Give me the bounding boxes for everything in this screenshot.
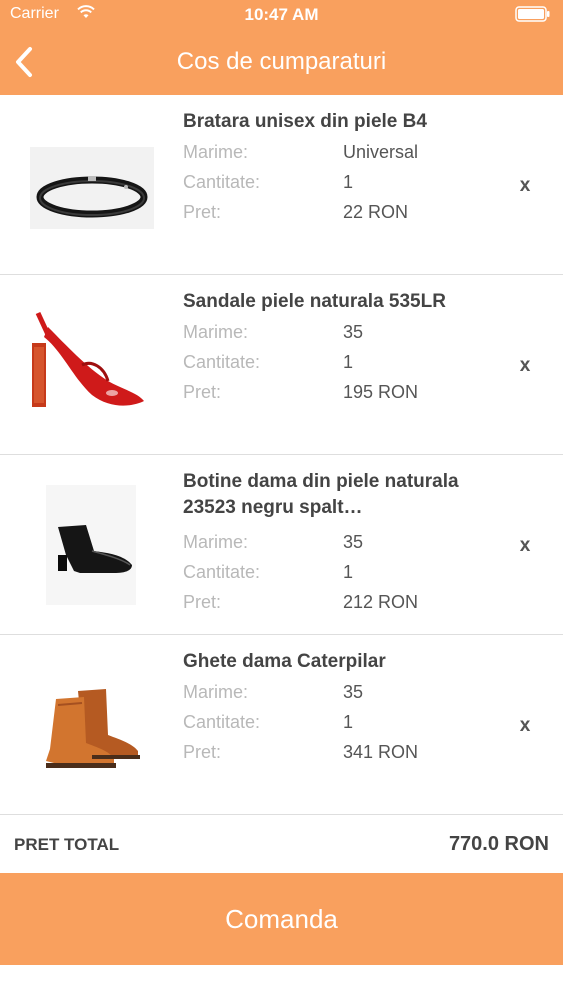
price-label: Pret:	[183, 382, 222, 402]
size-label: Marime:	[183, 532, 249, 552]
product-title[interactable]: Botine dama din piele naturala 23523 neg…	[183, 469, 503, 521]
remove-item-button[interactable]: x	[515, 535, 535, 559]
status-bar: Carrier 10:47 AM	[0, 0, 563, 30]
cart-list: Bratara unisex din piele B4 Marime: Univ…	[0, 95, 563, 815]
size-row: Marime: 35	[183, 532, 503, 562]
size-row: Marime: 35	[183, 682, 503, 712]
price-label: Pret:	[183, 742, 222, 762]
product-image	[46, 689, 140, 768]
quantity-label: Cantitate:	[183, 172, 261, 192]
quantity-value: 1	[343, 712, 354, 732]
quantity-row: Cantitate: 1	[183, 712, 503, 742]
total-bar: PRET TOTAL 770.0 RON	[0, 815, 563, 873]
size-label: Marime:	[183, 682, 249, 702]
product-image	[32, 311, 144, 407]
price-value: 212 RON	[343, 592, 419, 612]
quantity-row: Cantitate: 1	[183, 352, 503, 382]
order-button[interactable]: Comanda	[0, 873, 563, 965]
price-label: Pret:	[183, 592, 222, 612]
quantity-value: 1	[343, 562, 354, 582]
cart-item: Botine dama din piele naturala 23523 neg…	[0, 455, 563, 635]
price-label: Pret:	[183, 202, 222, 222]
remove-item-button[interactable]: x	[515, 355, 535, 379]
total-value: 770.0 RON	[448, 833, 549, 855]
battery-icon	[515, 6, 550, 22]
quantity-value: 1	[343, 172, 354, 192]
total-label: PRET TOTAL	[14, 835, 120, 854]
product-title[interactable]: Ghete dama Caterpilar	[183, 649, 503, 675]
quantity-label: Cantitate:	[183, 352, 261, 372]
quantity-row: Cantitate: 1	[183, 172, 503, 202]
size-value: 35	[343, 322, 364, 342]
quantity-label: Cantitate:	[183, 562, 261, 582]
product-title[interactable]: Bratara unisex din piele B4	[183, 109, 503, 135]
size-row: Marime: Universal	[183, 142, 503, 172]
product-title[interactable]: Sandale piele naturala 535LR	[183, 289, 503, 315]
top-bar: Carrier 10:47 AM Cos de cumparaturi	[0, 0, 563, 95]
size-row: Marime: 35	[183, 322, 503, 352]
remove-item-button[interactable]: x	[515, 715, 535, 739]
status-time: 10:47 AM	[244, 5, 319, 24]
cart-item: Ghete dama Caterpilar Marime: 35 Cantita…	[0, 635, 563, 815]
price-value: 341 RON	[343, 742, 419, 762]
price-row: Pret: 22 RON	[183, 202, 503, 232]
size-label: Marime:	[183, 322, 249, 342]
page-title: Cos de cumparaturi	[176, 48, 387, 75]
product-image	[30, 147, 154, 229]
cart-item: Bratara unisex din piele B4 Marime: Univ…	[0, 95, 563, 275]
size-value: Universal	[343, 142, 419, 162]
remove-item-button[interactable]: x	[515, 175, 535, 199]
price-row: Pret: 195 RON	[183, 382, 503, 412]
size-value: 35	[343, 532, 364, 552]
price-value: 195 RON	[343, 382, 419, 402]
size-value: 35	[343, 682, 364, 702]
price-value: 22 RON	[343, 202, 409, 222]
price-row: Pret: 212 RON	[183, 592, 503, 622]
price-row: Pret: 341 RON	[183, 742, 503, 772]
quantity-value: 1	[343, 352, 354, 372]
size-label: Marime:	[183, 142, 249, 162]
product-image	[46, 485, 136, 605]
bottom-spacer	[0, 965, 563, 1000]
quantity-row: Cantitate: 1	[183, 562, 503, 592]
cart-item: Sandale piele naturala 535LR Marime: 35 …	[0, 275, 563, 455]
quantity-label: Cantitate:	[183, 712, 261, 732]
